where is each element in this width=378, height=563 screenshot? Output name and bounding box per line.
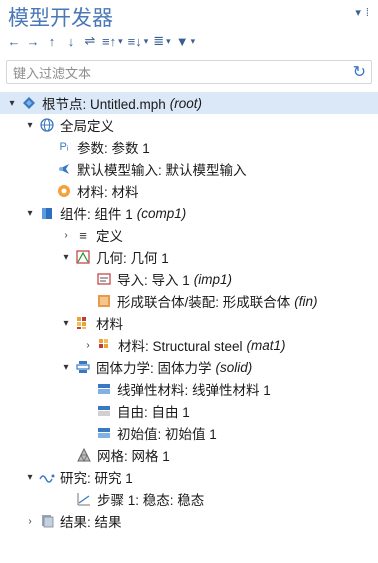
definitions-icon: ≡ [79,227,87,243]
tree-node-study[interactable]: ▾ 研究: 研究 1 [24,466,133,488]
chevron-right-icon[interactable]: › [82,340,94,351]
study-label: 研究: 研究 1 [60,471,133,486]
link-icon-button[interactable]: ⇌ [82,32,98,50]
filter-menu-button[interactable]: ▼ [175,32,196,50]
component-tag: (comp1) [136,205,187,221]
default-input-icon [56,161,72,177]
chevron-right-icon[interactable]: › [24,516,36,527]
params-label: 参数: 参数 1 [77,141,150,156]
free-icon [96,403,112,419]
tree-node-results[interactable]: › 结果: 结果 [24,510,122,532]
expand-menu-button[interactable]: ≡↑ [101,32,124,50]
import-tag: (imp1) [193,271,233,287]
materials-global-label: 材料: 材料 [77,185,139,200]
collapse-menu-button[interactable]: ≡↓ [127,32,150,50]
tree-node-step[interactable]: 步骤 1: 稳态: 稳态 [76,488,204,510]
refresh-icon[interactable]: ↻ [353,62,366,82]
material-tag: (mat1) [246,337,286,353]
default-input-label: 默认模型输入: 默认模型输入 [77,163,247,178]
global-label: 全局定义 [60,119,114,134]
material-icon [56,183,72,199]
linear-elastic-icon [96,381,112,397]
geometry-icon [75,249,91,265]
tree-node-materials[interactable]: ▾ 材料 [60,312,123,334]
tree-node-params[interactable]: Pᵢ 参数: 参数 1 [56,136,150,158]
chevron-down-icon[interactable]: ▾ [60,318,72,329]
move-down-button[interactable]: ↓ [63,32,79,50]
component-label: 组件: 组件 1 [60,207,133,222]
chevron-down-icon[interactable]: ▾ [24,120,36,131]
globe-icon [39,117,55,133]
tree-node-import[interactable]: 导入: 导入 1 (imp1) [96,268,232,290]
geometry-label: 几何: 几何 1 [96,251,169,266]
root-label: 根节点: Untitled.mph [42,97,166,112]
import-icon [96,271,112,287]
free-label: 自由: 自由 1 [117,405,190,420]
nav-forward-button[interactable]: → [25,32,41,50]
tree-node-global[interactable]: ▾ 全局定义 [24,114,114,136]
chevron-down-icon[interactable]: ▾ [60,362,72,373]
materials-label: 材料 [96,317,123,332]
solid-mechanics-icon [75,359,91,375]
material-steel-label: 材料: Structural steel [118,339,243,354]
tree-node-solid-mechanics[interactable]: ▾ 固体力学: 固体力学 (solid) [60,356,252,378]
chevron-down-icon[interactable]: ▾ [24,472,36,483]
tree-node-initial[interactable]: 初始值: 初始值 1 [96,422,217,444]
initial-label: 初始值: 初始值 1 [117,427,217,442]
chevron-down-icon[interactable]: ▾ [6,98,18,109]
results-icon [39,513,55,529]
panel-menu-icon[interactable]: ▾ ⁞ [355,6,370,19]
results-label: 结果: 结果 [60,515,122,530]
tree-node-mesh[interactable]: 网格: 网格 1 [76,444,170,466]
tree-node-definitions[interactable]: › ≡ 定义 [60,224,123,246]
tree-node-root[interactable]: ▾ 根节点: Untitled.mph (root) [0,92,378,114]
tree-node-default-input[interactable]: 默认模型输入: 默认模型输入 [56,158,247,180]
initial-values-icon [96,425,112,441]
materials-icon [75,315,91,331]
model-builder-panel: 模型开发器 ▾ ⁞ ← → ↑ ↓ ⇌ ≡↑ ≡↓ ≣ ▼ ↻ ▾ 根节点: U… [0,0,378,563]
show-menu-button[interactable]: ≣ [152,32,171,50]
linear-elastic-label: 线弹性材料: 线弹性材料 1 [117,383,271,398]
tree-node-union[interactable]: 形成联合体/装配: 形成联合体 (fin) [96,290,318,312]
component-icon [39,205,55,221]
tree-node-materials-global[interactable]: 材料: 材料 [56,180,139,202]
solid-label: 固体力学: 固体力学 [96,361,212,376]
chevron-right-icon[interactable]: › [60,230,72,241]
tree-node-linear-elastic[interactable]: 线弹性材料: 线弹性材料 1 [96,378,271,400]
step-label: 步骤 1: 稳态: 稳态 [97,493,205,508]
stationary-step-icon [76,491,92,507]
panel-title: 模型开发器 [8,6,113,30]
mesh-icon [76,447,92,463]
title-bar: 模型开发器 ▾ ⁞ [0,0,378,30]
move-up-button[interactable]: ↑ [44,32,60,50]
solid-tag: (solid) [215,359,253,375]
import-label: 导入: 导入 1 [117,273,190,288]
mesh-label: 网格: 网格 1 [97,449,170,464]
definitions-label: 定义 [96,229,123,244]
filter-input[interactable] [11,63,345,83]
tree-node-geometry[interactable]: ▾ 几何: 几何 1 [60,246,169,268]
study-icon [39,469,55,485]
toolbar: ← → ↑ ↓ ⇌ ≡↑ ≡↓ ≣ ▼ [6,32,196,50]
tree-node-component[interactable]: ▾ 组件: 组件 1 (comp1) [24,202,186,224]
tree-node-free[interactable]: 自由: 自由 1 [96,400,190,422]
chevron-down-icon[interactable]: ▾ [60,252,72,263]
union-tag: (fin) [294,293,318,309]
union-label: 形成联合体/装配: 形成联合体 [117,295,291,310]
material-item-icon [97,337,113,353]
chevron-down-icon[interactable]: ▾ [24,208,36,219]
nav-back-button[interactable]: ← [6,32,22,50]
root-tag: (root) [169,95,203,111]
filter-box: ↻ [6,60,372,84]
root-diamond-icon [21,95,37,111]
parameter-icon: Pᵢ [59,141,69,153]
tree-node-material-steel[interactable]: › 材料: Structural steel (mat1) [82,334,286,356]
form-union-icon [96,293,112,309]
